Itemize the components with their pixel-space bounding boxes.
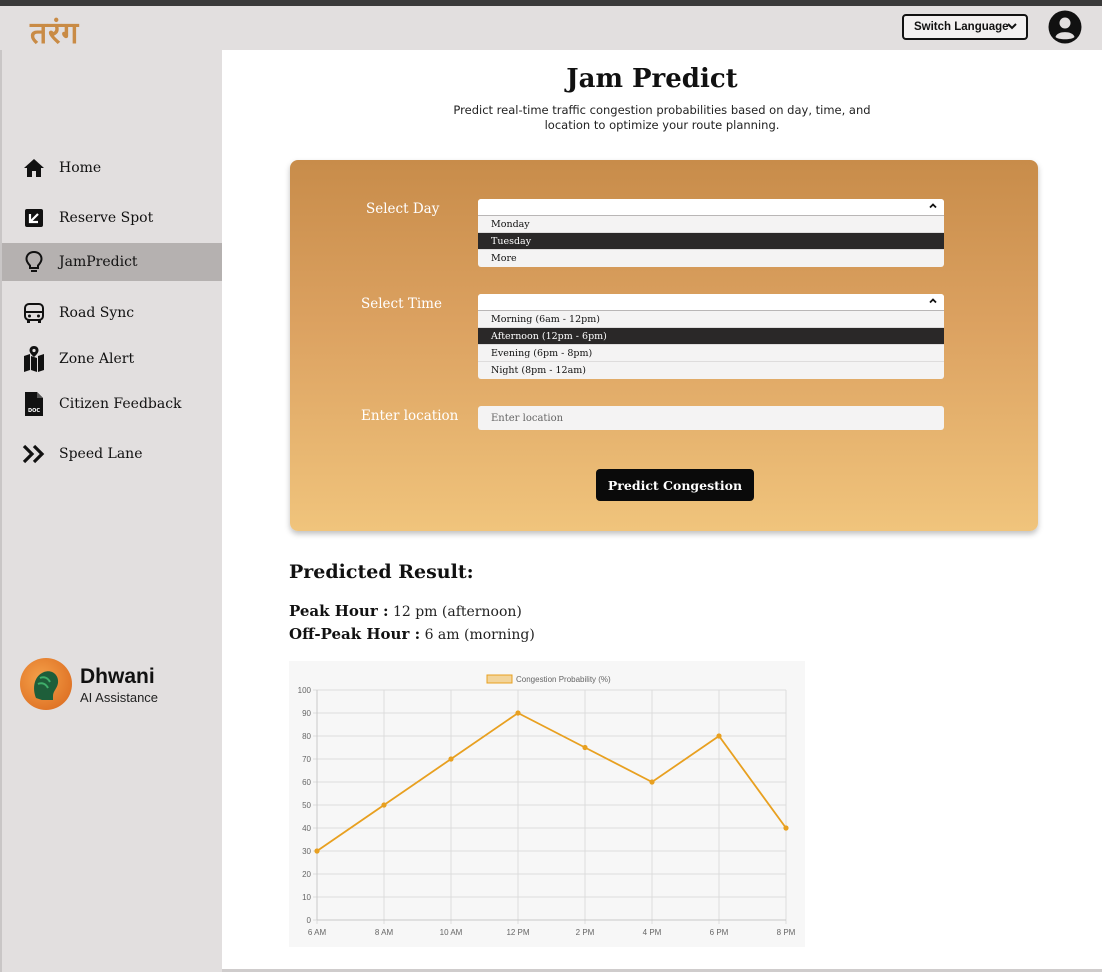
y-tick-label: 70 <box>302 755 311 764</box>
data-point <box>783 825 789 831</box>
sidebar-item-label: JamPredict <box>59 254 138 270</box>
day-label: Select Day <box>366 201 440 217</box>
app-logo[interactable]: तरंग <box>30 16 79 52</box>
data-point <box>314 848 320 854</box>
location-input[interactable] <box>478 406 944 430</box>
legend-label: Congestion Probability (%) <box>516 675 611 684</box>
sidebar <box>0 50 222 972</box>
assistant-subtitle: AI Assistance <box>80 690 159 705</box>
data-point <box>649 779 655 785</box>
time-option-afternoon[interactable]: Afternoon (12pm - 6pm) <box>478 328 944 345</box>
legend-swatch <box>486 674 513 684</box>
lightbulb-icon <box>22 250 46 274</box>
assistant-avatar-icon <box>20 658 72 710</box>
svg-text:DOC: DOC <box>28 408 40 414</box>
sidebar-item-jampredict[interactable]: JamPredict <box>2 243 222 281</box>
x-tick-label: 4 PM <box>643 928 662 937</box>
bus-icon <box>22 301 46 325</box>
data-point <box>381 802 387 808</box>
time-select[interactable]: Morning (6am - 12pm) Afternoon (12pm - 6… <box>478 294 944 379</box>
location-label: Enter location <box>361 408 459 424</box>
prediction-form-card: Select Day Monday Tuesday More Select Ti… <box>290 160 1038 531</box>
time-option-evening[interactable]: Evening (6pm - 8pm) <box>478 345 944 362</box>
offpeak-hour-value: 6 am (morning) <box>424 627 535 643</box>
data-point <box>716 733 722 739</box>
congestion-chart: 0 10 20 30 40 50 60 70 80 90 100 6 AM 8 AM 10 AM 12 PM… <box>289 661 805 947</box>
sidebar-item-label: Reserve Spot <box>59 210 154 226</box>
y-tick-label: 80 <box>302 732 311 741</box>
y-tick-label: 0 <box>307 916 312 925</box>
x-tick-label: 6 PM <box>710 928 729 937</box>
user-avatar-icon[interactable] <box>1048 10 1082 44</box>
predict-congestion-button[interactable]: Predict Congestion <box>596 469 754 501</box>
y-tick-label: 20 <box>302 870 311 879</box>
x-tick-label: 12 PM <box>506 928 529 937</box>
reserve-icon <box>22 206 46 230</box>
double-chevron-right-icon <box>22 442 46 466</box>
chevron-down-icon <box>1007 23 1017 30</box>
peak-hour-value: 12 pm (afternoon) <box>392 604 522 620</box>
time-select-header[interactable] <box>478 294 944 311</box>
x-tick-label: 8 PM <box>777 928 796 937</box>
time-option-night[interactable]: Night (8pm - 12am) <box>478 362 944 379</box>
sidebar-item-zone-alert[interactable]: Zone Alert <box>2 340 222 378</box>
data-point <box>448 756 454 762</box>
day-option-monday[interactable]: Monday <box>478 216 944 233</box>
x-tick-label: 2 PM <box>576 928 595 937</box>
y-tick-label: 100 <box>298 686 312 695</box>
peak-hour-line: Peak Hour : 12 pm (afternoon) <box>289 602 522 620</box>
sidebar-item-label: Road Sync <box>59 305 135 321</box>
data-point <box>582 744 588 751</box>
sidebar-item-label: Speed Lane <box>59 446 143 462</box>
sidebar-item-road-sync[interactable]: Road Sync <box>2 294 222 332</box>
congestion-chart-svg: 0 10 20 30 40 50 60 70 80 90 100 6 AM 8 AM 10 AM 12 PM… <box>298 674 796 937</box>
doc-file-icon: DOC <box>22 392 46 416</box>
chevron-up-icon <box>929 298 937 304</box>
peak-hour-label: Peak Hour : <box>289 602 389 620</box>
result-title: Predicted Result: <box>289 561 474 583</box>
sidebar-item-reserve-spot[interactable]: Reserve Spot <box>2 199 222 237</box>
x-tick-label: 10 AM <box>440 928 463 937</box>
x-tick-label: 6 AM <box>308 928 327 937</box>
y-tick-label: 60 <box>302 778 311 787</box>
time-option-morning[interactable]: Morning (6am - 12pm) <box>478 311 944 328</box>
chevron-up-icon <box>929 203 937 209</box>
sidebar-item-label: Citizen Feedback <box>59 396 182 412</box>
time-label: Select Time <box>361 296 442 312</box>
switch-language-label: Switch Language <box>914 21 1009 33</box>
sidebar-item-home[interactable]: Home <box>2 149 222 187</box>
home-icon <box>22 156 46 180</box>
y-tick-label: 90 <box>302 709 311 718</box>
day-option-more[interactable]: More <box>478 250 944 267</box>
page-subtitle: Predict real-time traffic congestion pro… <box>453 103 871 132</box>
y-tick-label: 40 <box>302 824 311 833</box>
y-tick-label: 10 <box>302 893 311 902</box>
map-pin-icon <box>22 346 46 372</box>
y-tick-label: 50 <box>302 801 311 810</box>
sidebar-item-label: Home <box>59 160 102 176</box>
day-select-header[interactable] <box>478 199 944 216</box>
sidebar-item-citizen-feedback[interactable]: DOC Citizen Feedback <box>2 385 222 423</box>
switch-language-button[interactable]: Switch Language <box>902 14 1028 40</box>
data-point <box>515 710 521 716</box>
offpeak-hour-label: Off-Peak Hour : <box>289 625 421 643</box>
sidebar-item-speed-lane[interactable]: Speed Lane <box>2 435 222 473</box>
page-title: Jam Predict <box>566 64 738 94</box>
y-tick-label: 30 <box>302 847 311 856</box>
sidebar-item-label: Zone Alert <box>59 351 135 367</box>
day-select[interactable]: Monday Tuesday More <box>478 199 944 267</box>
x-tick-label: 8 AM <box>375 928 394 937</box>
offpeak-hour-line: Off-Peak Hour : 6 am (morning) <box>289 625 535 643</box>
assistant-name: Dhwani <box>80 665 155 688</box>
day-option-tuesday[interactable]: Tuesday <box>478 233 944 250</box>
ai-assistant-widget[interactable]: Dhwani AI Assistance <box>20 658 220 712</box>
